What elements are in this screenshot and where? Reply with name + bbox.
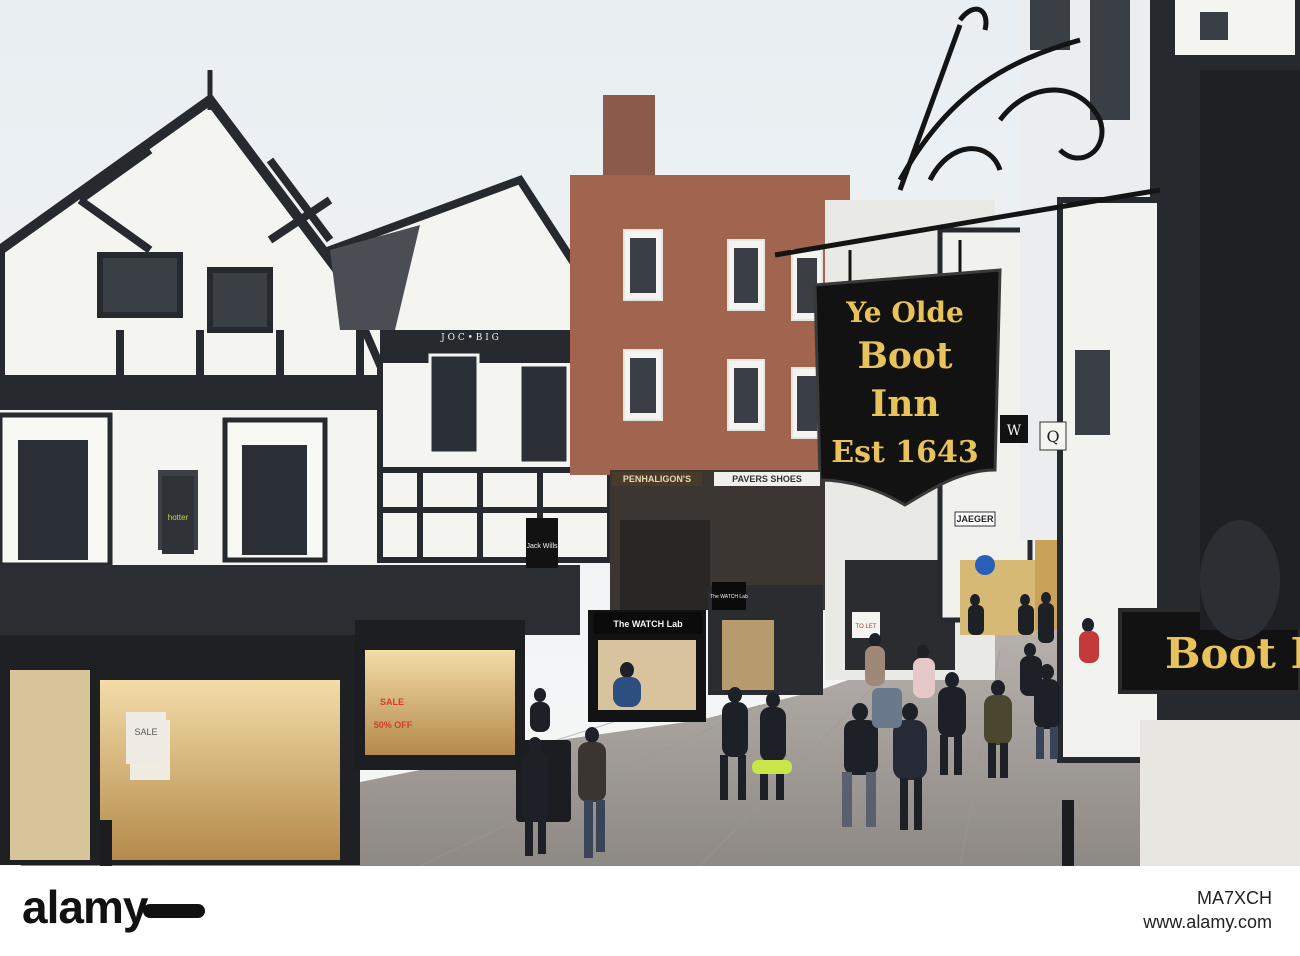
pub-sign-line2: Boot — [857, 335, 952, 377]
pavers-sign-text: PAVERS SHOES — [732, 474, 802, 484]
pub-sign-line1: Ye Olde — [845, 296, 964, 329]
stock-photo-watermark-strip: alamy MA7XCH www.alamy.com — [0, 866, 1300, 956]
penhaligons-sign-text: PENHALIGON'S — [623, 474, 691, 484]
pub-sign-line3: Inn — [870, 383, 939, 425]
foreground-dark-beam — [1200, 70, 1300, 640]
watch-lab-sign-text: The WATCH Lab — [613, 619, 683, 629]
dog-coat — [752, 760, 792, 774]
watch-lab-small-sign-text: The WATCH Lab — [710, 594, 748, 600]
sale-window-text: SALE — [380, 697, 404, 707]
watermark-logo-swoosh — [143, 903, 206, 918]
hotter-sign-text: hotter — [168, 513, 189, 522]
jaeger-sign-text: JAEGER — [956, 514, 994, 524]
watermark-url: www.alamy.com — [1143, 912, 1272, 932]
letting-sign-text: TO LET — [856, 624, 877, 630]
sale-offer-text: 50% OFF — [374, 720, 413, 730]
w-sign-text: W — [1007, 423, 1022, 439]
street-scene-illustration: J O C • B I G Boot I Ye Olde Boot Inn Es… — [0, 0, 1300, 866]
watermark-logo: alamy — [22, 880, 206, 934]
watermark-image-id: MA7XCH — [1196, 888, 1272, 908]
street-scene-photo: J O C • B I G Boot I Ye Olde Boot Inn Es… — [0, 0, 1300, 956]
jack-wills-sign-text: Jack Wills — [526, 543, 558, 550]
watermark-logo-text: alamy — [22, 881, 148, 933]
pub-sign-line4: Est 1643 — [831, 435, 979, 470]
sale-board-text: SALE — [134, 727, 157, 737]
q-sign-text: Q — [1046, 427, 1059, 446]
pushchair — [872, 688, 902, 728]
timber-inscription-text: J O C • B I G — [440, 333, 499, 343]
